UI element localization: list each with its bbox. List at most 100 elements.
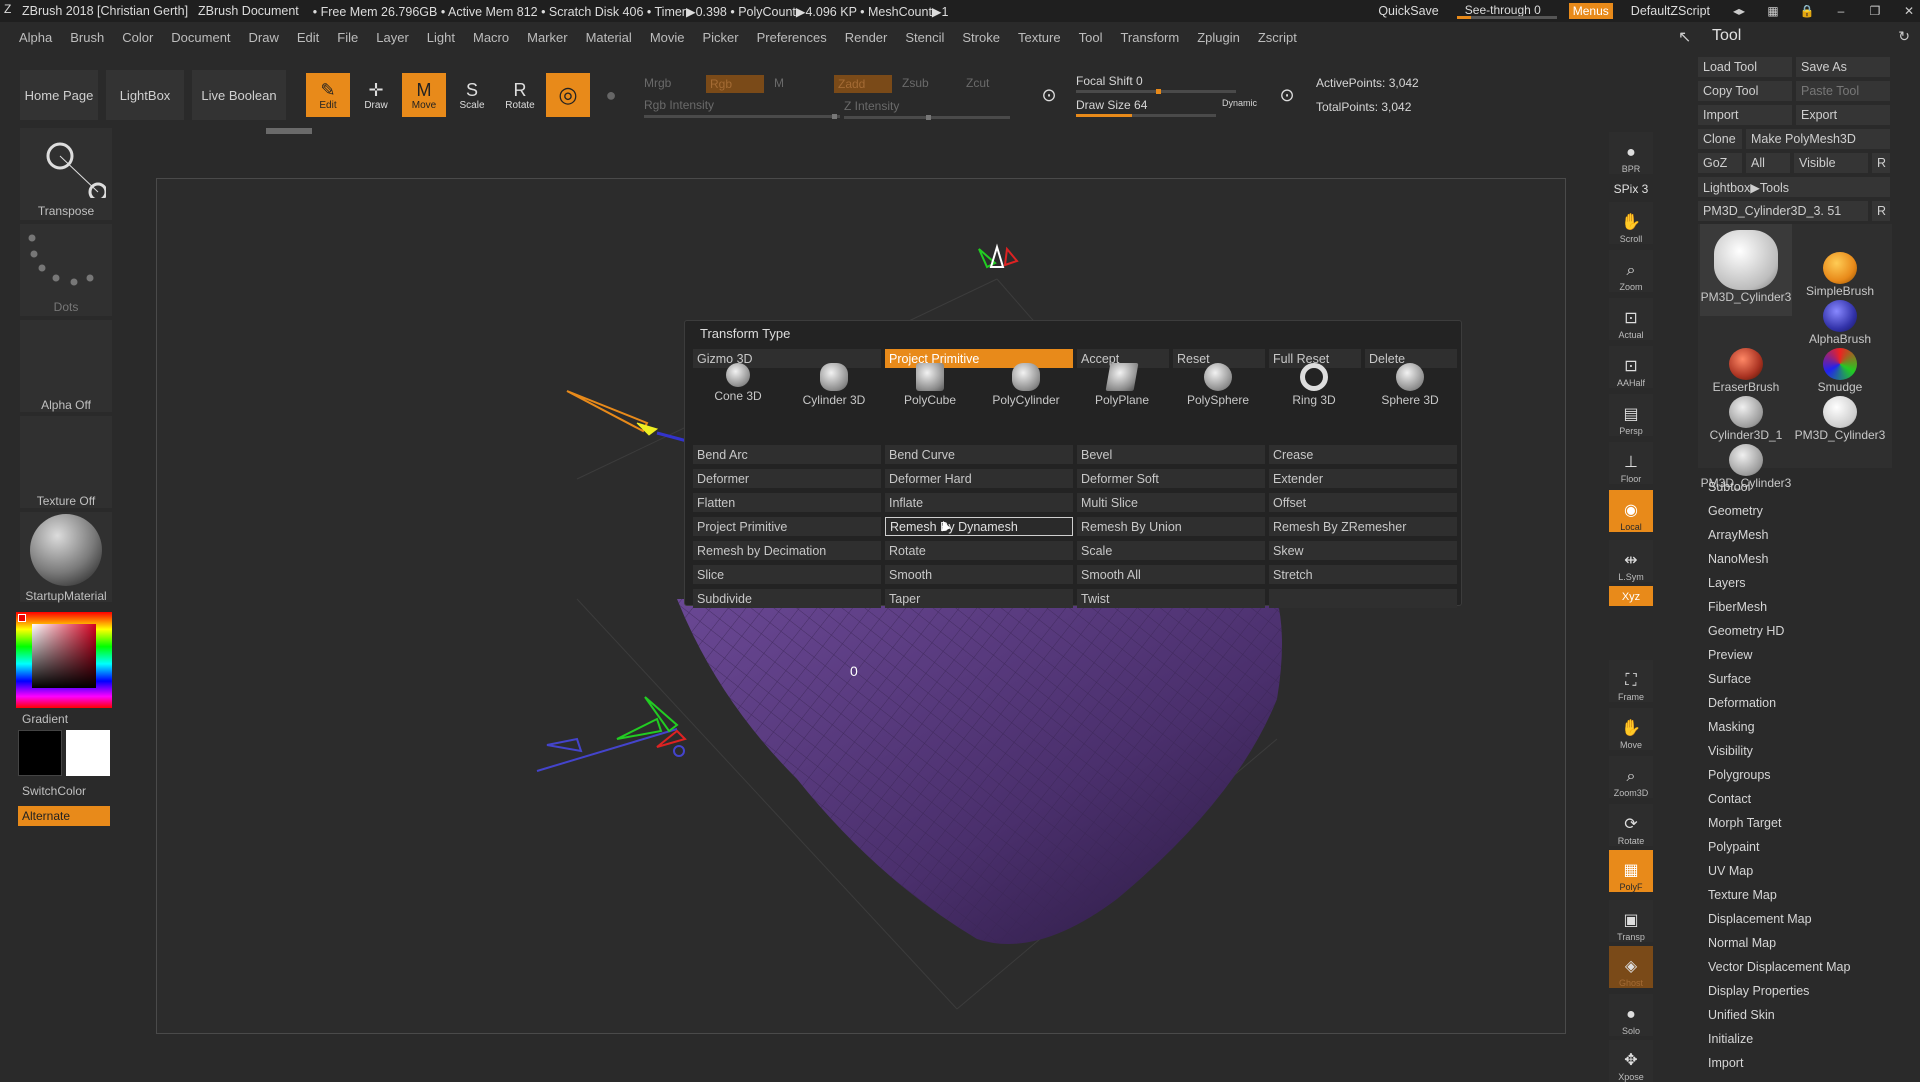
subpalette-arraymesh[interactable]: ArrayMesh	[1708, 528, 1768, 542]
primitive-polycube[interactable]: PolyCube	[885, 363, 975, 415]
dynamic-size-button[interactable]: Dynamic	[1222, 98, 1257, 108]
transform-twist[interactable]: Twist	[1077, 589, 1265, 608]
transform-remesh-by-dynamesh[interactable]: Remesh By Dynamesh	[885, 517, 1073, 536]
default-zscript-button[interactable]: DefaultZScript	[1625, 4, 1716, 18]
subpalette-uv-map[interactable]: UV Map	[1708, 864, 1753, 878]
primitive-sphere-3d[interactable]: Sphere 3D	[1365, 363, 1455, 415]
transform-rotate[interactable]: Rotate	[885, 541, 1073, 560]
lightbox-tools-button[interactable]: Lightbox▶Tools	[1698, 177, 1890, 197]
menu-edit[interactable]: Edit	[288, 30, 328, 45]
subpalette-nanomesh[interactable]: NanoMesh	[1708, 552, 1768, 566]
subpalette-initialize[interactable]: Initialize	[1708, 1032, 1753, 1046]
subpalette-polypaint[interactable]: Polypaint	[1708, 840, 1759, 854]
tool-thumb-pm3d-cylinder3[interactable]: PM3D_Cylinder3	[1794, 396, 1886, 442]
primitive-cylinder-3d[interactable]: Cylinder 3D	[789, 363, 879, 415]
secondary-color-swatch[interactable]	[18, 730, 62, 776]
primitive-ring-3d[interactable]: Ring 3D	[1269, 363, 1359, 415]
minimize-icon[interactable]: –	[1830, 4, 1852, 18]
copy-tool-button[interactable]: Copy Tool	[1698, 81, 1792, 101]
make-polymesh-button[interactable]: Make PolyMesh3D	[1746, 129, 1890, 149]
transform-project-primitive[interactable]: Project Primitive	[693, 517, 881, 536]
switchcolor-button[interactable]: SwitchColor	[22, 784, 86, 798]
current-tool-slider[interactable]: PM3D_Cylinder3D_3. 51	[1698, 201, 1868, 221]
menu-stencil[interactable]: Stencil	[896, 30, 953, 45]
stroke-dots-button[interactable]: Dots	[20, 224, 112, 316]
transform-scale[interactable]: Scale	[1077, 541, 1265, 560]
transp-button[interactable]: ▣ Transp	[1609, 900, 1653, 942]
alpha-button[interactable]: Alpha Off	[20, 320, 112, 412]
z-intensity-slider[interactable]	[844, 115, 1010, 120]
material-button[interactable]: StartupMaterial	[20, 512, 112, 603]
quicksave-button[interactable]: QuickSave	[1372, 4, 1444, 18]
draw-size-slider[interactable]	[1076, 114, 1216, 117]
menu-movie[interactable]: Movie	[641, 30, 694, 45]
goz-all-button[interactable]: All	[1746, 153, 1790, 173]
menu-file[interactable]: File	[328, 30, 367, 45]
transform-remesh-by-zremesher[interactable]: Remesh By ZRemesher	[1269, 517, 1457, 536]
draw-button[interactable]: ✛ Draw	[354, 73, 398, 117]
zoom3d-button[interactable]: ⌕ Zoom3D	[1609, 756, 1653, 798]
actual-button[interactable]: ⊡ Actual	[1609, 298, 1653, 340]
menu-texture[interactable]: Texture	[1009, 30, 1070, 45]
transform-bend-arc[interactable]: Bend Arc	[693, 445, 881, 464]
gizmo-handle-left[interactable]	[566, 390, 688, 443]
restore-icon[interactable]: ❐	[1864, 4, 1886, 18]
menu-zscript[interactable]: Zscript	[1249, 30, 1306, 45]
transform-inflate[interactable]: Inflate	[885, 493, 1073, 512]
subpalette-texture-map[interactable]: Texture Map	[1708, 888, 1777, 902]
xyz-button[interactable]: Xyz	[1609, 586, 1653, 606]
transform-skew[interactable]: Skew	[1269, 541, 1457, 560]
transform-slice[interactable]: Slice	[693, 565, 881, 584]
shelf-scrollbar[interactable]	[266, 128, 312, 134]
lightbox-button[interactable]: LightBox	[106, 70, 184, 120]
transform-deformer[interactable]: Deformer	[693, 469, 881, 488]
subpalette-import[interactable]: Import	[1708, 1056, 1743, 1070]
transform-remesh-by-union[interactable]: Remesh By Union	[1077, 517, 1265, 536]
move-button[interactable]: M Move	[402, 73, 446, 117]
primitive-polysphere[interactable]: PolySphere	[1173, 363, 1263, 415]
transform-stretch[interactable]: Stretch	[1269, 565, 1457, 584]
transform-deformer-soft[interactable]: Deformer Soft	[1077, 469, 1265, 488]
menu-document[interactable]: Document	[162, 30, 239, 45]
subpalette-unified-skin[interactable]: Unified Skin	[1708, 1008, 1775, 1022]
mrgb-button[interactable]: Mrgb	[644, 76, 671, 90]
transform-offset[interactable]: Offset	[1269, 493, 1457, 512]
see-through-slider[interactable]: See-through 0	[1456, 3, 1557, 19]
subpalette-geometry[interactable]: Geometry	[1708, 504, 1763, 518]
aahalf-button[interactable]: ⊡ AAHalf	[1609, 346, 1653, 388]
rotate-button[interactable]: R Rotate	[498, 73, 542, 117]
scale-button[interactable]: S Scale	[450, 73, 494, 117]
menu-color[interactable]: Color	[113, 30, 162, 45]
export-button[interactable]: Export	[1796, 105, 1890, 125]
zcut-button[interactable]: Zcut	[966, 76, 989, 90]
subpalette-morph-target[interactable]: Morph Target	[1708, 816, 1781, 830]
primary-color-swatch[interactable]	[66, 730, 110, 776]
m-button[interactable]: M	[774, 76, 784, 90]
transform-extender[interactable]: Extender	[1269, 469, 1457, 488]
tool-thumb-smudge[interactable]: Smudge	[1794, 348, 1886, 394]
transform-multi-slice[interactable]: Multi Slice	[1077, 493, 1265, 512]
clone-button[interactable]: Clone	[1698, 129, 1742, 149]
menu-material[interactable]: Material	[577, 30, 641, 45]
color-picker[interactable]	[16, 612, 112, 708]
local-button[interactable]: ◉ Local	[1609, 490, 1653, 532]
dynamic-subdiv-icon[interactable]: ⊙	[1272, 73, 1302, 117]
subpalette-preview[interactable]: Preview	[1708, 648, 1752, 662]
menu-marker[interactable]: Marker	[518, 30, 576, 45]
goz-visible-button[interactable]: Visible	[1794, 153, 1868, 173]
primitive-polycylinder[interactable]: PolyCylinder	[981, 363, 1071, 415]
paste-tool-button[interactable]: Paste Tool	[1796, 81, 1890, 101]
spix-slider[interactable]: SPix 3	[1609, 176, 1653, 196]
menu-zplugin[interactable]: Zplugin	[1188, 30, 1249, 45]
transform-bevel[interactable]: Bevel	[1077, 445, 1265, 464]
gizmo-toggle-button[interactable]: ◎	[546, 73, 590, 117]
home-page-button[interactable]: Home Page	[20, 70, 98, 120]
subpalette-surface[interactable]: Surface	[1708, 672, 1751, 686]
subpalette-display-properties[interactable]: Display Properties	[1708, 984, 1809, 998]
floor-button[interactable]: ⊥ Floor	[1609, 442, 1653, 484]
menu-draw[interactable]: Draw	[240, 30, 288, 45]
transform-smooth-all[interactable]: Smooth All	[1077, 565, 1265, 584]
color-sphere-icon[interactable]: ●	[594, 73, 628, 117]
rgb-intensity-slider[interactable]	[644, 114, 840, 119]
layout-icon[interactable]: ◂▸	[1728, 4, 1750, 18]
